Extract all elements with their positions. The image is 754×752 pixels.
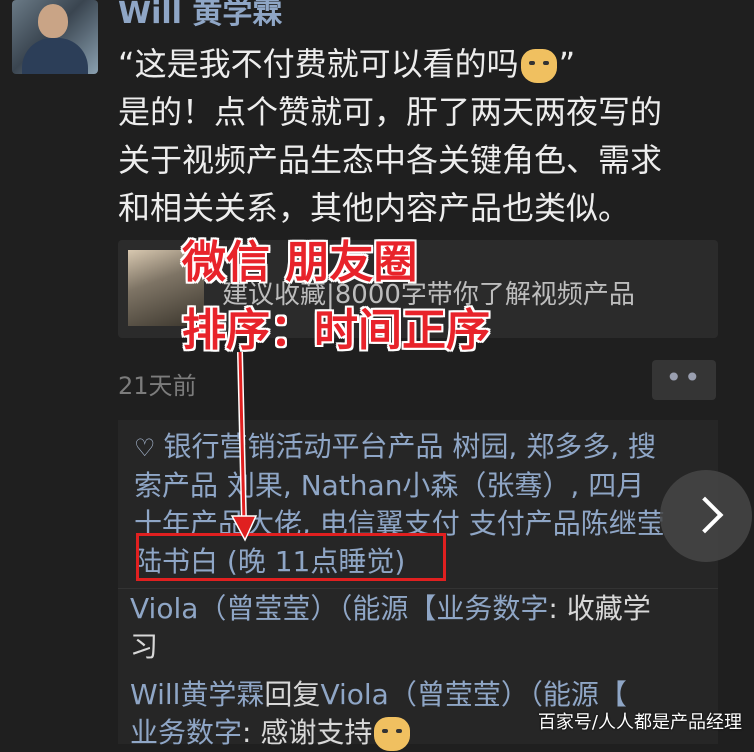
heart-icon: ♡	[134, 434, 156, 462]
avatar-face	[38, 4, 68, 38]
post-username[interactable]: Will 黄学霖	[118, 0, 282, 32]
comment-reply-target-cont[interactable]: 业务数字	[130, 716, 242, 749]
post-line-2: 是的！点个赞就可，肝了两天两夜写的	[118, 93, 663, 131]
likes-names-1[interactable]: 银行营销活动平台产品 树园, 郑多多, 搜	[164, 430, 657, 463]
user-avatar[interactable]	[12, 0, 98, 74]
post-body: “这是我不付费就可以看的吗” 是的！点个赞就可，肝了两天两夜写的 关于视频产品生…	[118, 40, 718, 232]
avatar-body	[22, 38, 88, 74]
post-timestamp: 21天前	[118, 372, 197, 400]
comment-item[interactable]: Viola（曾莹莹）（能源【业务数字: 收藏学 习	[130, 590, 720, 666]
post-line-3: 关于视频产品生态中各关键角色、需求	[118, 141, 663, 179]
annotation-wechat-moments: 微信 朋友圈	[182, 237, 418, 288]
post-line-4: 和相关关系，其他内容产品也类似。	[118, 189, 631, 227]
comment-author[interactable]: Will黄学霖	[130, 678, 264, 711]
likes-line-2[interactable]: 索产品 刘果, Nathan小森（张骞）, 四月	[134, 467, 724, 505]
highlight-box	[136, 533, 446, 581]
comment-text-line2: 习	[130, 630, 159, 663]
more-options-button[interactable]: ••	[652, 360, 716, 400]
likes-line-1: ♡ 银行营销活动平台产品 树园, 郑多多, 搜	[134, 428, 724, 467]
comment-author[interactable]: Viola（曾莹莹）（能源【业务数字	[130, 592, 548, 625]
comment-text: : 收藏学	[548, 592, 651, 625]
annotation-sort-order: 排序：时间正序	[182, 305, 490, 356]
comment-reply-word: 回复	[264, 678, 321, 711]
post-line-1: “这是我不付费就可以看的吗”	[118, 45, 576, 83]
source-watermark: 百家号/人人都是产品经理	[537, 712, 742, 733]
next-chevron-button[interactable]	[660, 470, 752, 562]
likes-divider	[118, 588, 718, 589]
cat-emoji-icon	[374, 717, 411, 751]
cat-emoji-icon	[520, 49, 557, 83]
comment-reply-target[interactable]: Viola（曾莹莹）（能源【	[320, 678, 626, 711]
comment-text: : 感谢支持	[242, 716, 373, 749]
